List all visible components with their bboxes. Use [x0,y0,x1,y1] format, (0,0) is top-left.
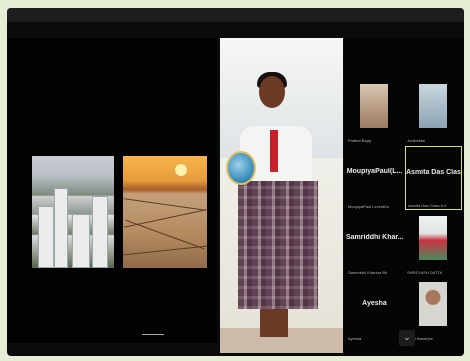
participant-tile[interactable]: SHREYASH DATTA [405,212,462,276]
globe-prop [226,151,256,185]
participant-tile[interactable]: Pratiba Bajaj [346,80,403,144]
pointer-line [142,334,164,335]
cracked-earth-image [123,156,207,268]
participant-tile[interactable]: Ayesha Ayesha [346,278,403,342]
participant-name: MoupiyaPaul(L... [346,168,403,175]
participant-caption: Ayesha [348,336,362,341]
participant-tile[interactable]: Jonibekari [405,80,462,144]
participant-name: Samriddhi Khar... [346,234,403,241]
participant-caption: MoupiyaPaul.LeveldGv [348,204,390,209]
participant-caption: Samriddhi Kharkar Bh [348,270,388,275]
participant-tile[interactable]: MoupiyaPaul(L... MoupiyaPaul.LeveldGv [346,146,403,210]
speaker-video [220,38,343,353]
participant-caption: Jonibekari [407,138,426,143]
participant-caption: SHREYASH DATTA [407,270,443,275]
participant-caption: Pratiba Bajaj [348,138,371,143]
participant-gallery[interactable]: Pratiba Bajaj Jonibekari MoupiyaPaul(L..… [344,38,464,356]
city-skyline-image [32,156,114,268]
chevron-down-icon[interactable]: ⌄ [399,330,415,346]
participant-name: Asmita Das Clas... [406,169,461,176]
meeting-window: Pratiba Bajaj Jonibekari MoupiyaPaul(L..… [7,8,464,356]
participant-tile-active[interactable]: Asmita Das Clas... Asmita Das Class 6-4 [405,146,462,210]
top-bar [7,8,464,22]
participant-tile[interactable]: Samriddhi Khar... Samriddhi Kharkar Bh [346,212,403,276]
shared-screen [7,38,217,343]
participant-caption: Asmita Das Class 6-4 [408,203,447,208]
participant-name: Ayesha [362,300,387,307]
